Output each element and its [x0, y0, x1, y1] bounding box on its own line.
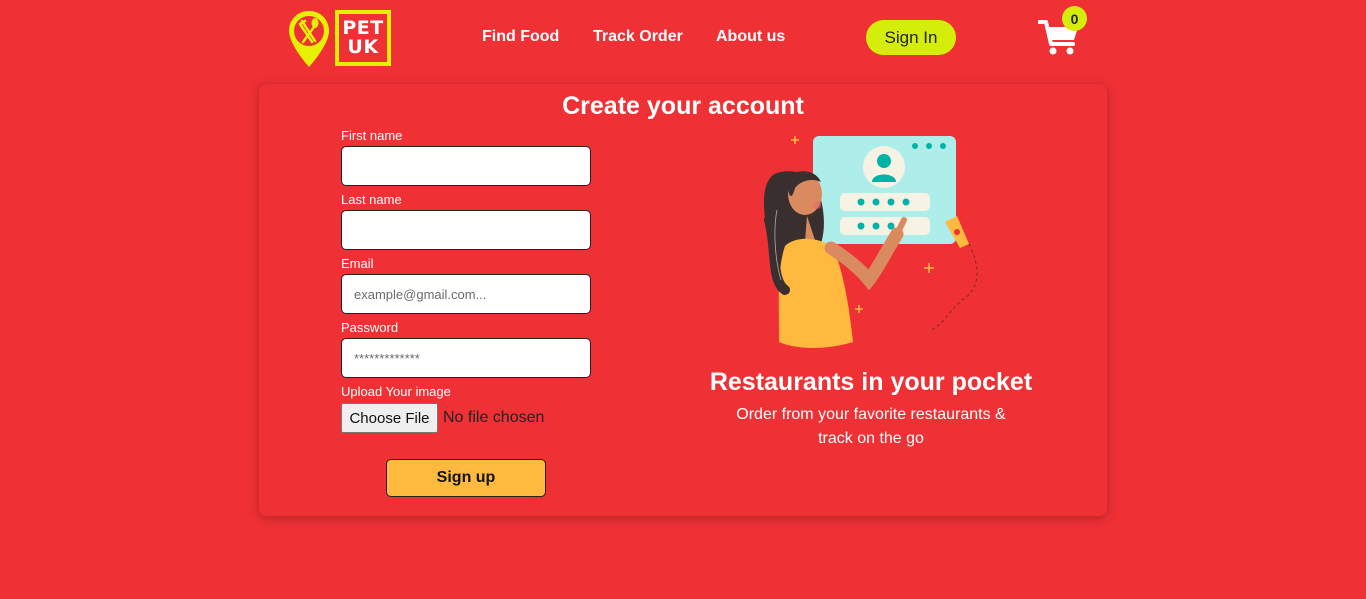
signup-card: Create your account First name Last name… — [259, 84, 1107, 516]
nav-track-order[interactable]: Track Order — [593, 28, 683, 46]
site-header: PET UK Find Food Track Order About us Si… — [0, 0, 1366, 78]
upload-image-label: Upload Your image — [341, 384, 451, 399]
last-name-label: Last name — [341, 192, 402, 207]
first-name-label: First name — [341, 128, 403, 143]
last-name-input[interactable] — [341, 210, 591, 250]
choose-file-button[interactable]: Choose File — [341, 403, 438, 433]
file-upload: Choose File No file chosen — [341, 403, 544, 433]
page-title: Create your account — [562, 92, 804, 120]
password-label: Password — [341, 320, 399, 335]
email-input[interactable]: example@gmail.com... — [341, 274, 591, 314]
signup-illustration — [763, 136, 978, 348]
cart-count-badge: 0 — [1062, 6, 1087, 31]
sign-up-button[interactable]: Sign up — [386, 459, 546, 497]
promo-text-line1: Order from your favorite restaurants & — [736, 406, 1006, 423]
nav-find-food[interactable]: Find Food — [482, 28, 559, 46]
password-input[interactable]: ************* — [341, 338, 591, 378]
first-name-input[interactable] — [341, 146, 591, 186]
sign-in-button[interactable]: Sign In — [866, 20, 956, 55]
promo-text: Order from your favorite restaurants & t… — [719, 403, 1023, 451]
promo-title: Restaurants in your pocket — [709, 368, 1033, 396]
nav-about-us[interactable]: About us — [716, 28, 785, 46]
fork-spoon-pin-icon — [289, 11, 329, 67]
brand-line2: UK — [347, 36, 379, 58]
brand-logo[interactable]: PET UK — [287, 9, 391, 69]
email-label: Email — [341, 256, 374, 271]
file-status-text: No file chosen — [443, 409, 545, 426]
brand-wordmark: PET UK — [335, 10, 391, 66]
promo-text-line2: track on the go — [818, 430, 924, 447]
